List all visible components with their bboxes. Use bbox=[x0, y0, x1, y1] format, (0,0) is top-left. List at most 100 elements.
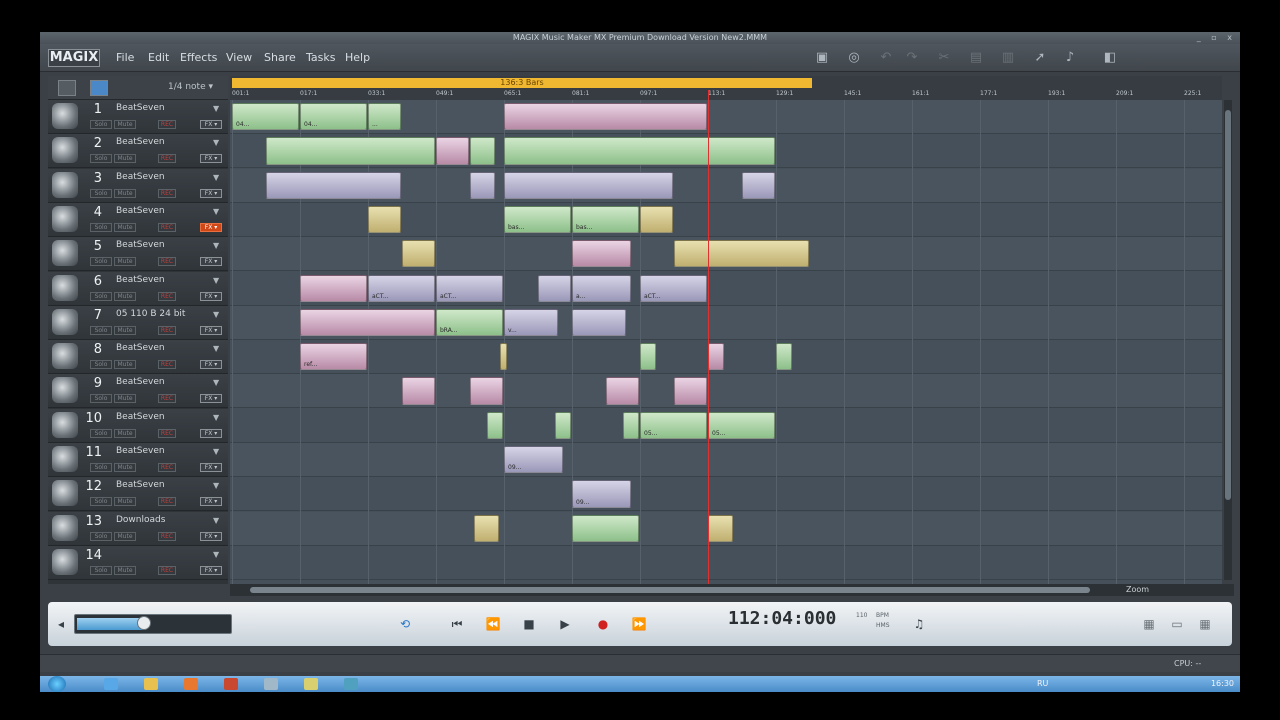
layout-3-icon[interactable]: ▦ bbox=[1194, 614, 1216, 634]
mute-button[interactable]: Mute bbox=[114, 291, 136, 301]
master-volume-slider[interactable] bbox=[74, 614, 232, 634]
track-lane[interactable] bbox=[230, 545, 1222, 580]
loop-range[interactable]: 136:3 Bars bbox=[232, 78, 812, 88]
solo-button[interactable]: Solo bbox=[90, 360, 112, 370]
fx-button[interactable]: FX ▾ bbox=[200, 257, 222, 267]
instrument-icon[interactable] bbox=[52, 171, 78, 198]
timeline-ruler[interactable]: 136:3 Bars 001:1 017:1 033:1 049:1 065:1 081:… bbox=[230, 76, 1222, 100]
mute-button[interactable]: Mute bbox=[114, 120, 136, 129]
audio-clip[interactable] bbox=[474, 514, 499, 542]
arranger[interactable]: 136:3 Bars 001:1 017:1 033:1 049:1 065:1 081:… bbox=[230, 76, 1222, 584]
instrument-icon[interactable] bbox=[52, 137, 78, 164]
mute-button[interactable]: Mute bbox=[114, 394, 136, 404]
mute-button[interactable]: Mute bbox=[114, 222, 136, 232]
instrument-icon[interactable] bbox=[52, 103, 78, 129]
track-name[interactable]: BeatSeven bbox=[116, 377, 165, 387]
audio-clip[interactable] bbox=[674, 240, 809, 268]
track-header[interactable]: 11 BeatSeven ▼ Solo Mute REC FX ▾ bbox=[48, 443, 228, 477]
audio-clip[interactable]: 09... bbox=[504, 446, 563, 474]
track-menu-chevron-icon[interactable]: ▼ bbox=[213, 344, 219, 353]
audio-clip[interactable] bbox=[640, 205, 673, 234]
audio-clip[interactable] bbox=[368, 205, 401, 234]
start-button[interactable] bbox=[48, 676, 66, 692]
track-name[interactable]: BeatSeven bbox=[116, 412, 165, 422]
mute-button[interactable]: Mute bbox=[114, 257, 136, 267]
paste-icon[interactable]: ▥ bbox=[1000, 50, 1016, 66]
cut-icon[interactable]: ✂ bbox=[936, 50, 952, 66]
track-lanes[interactable]: 04... 04...... bas... bas... aCT... aCT... a..… bbox=[230, 100, 1222, 584]
note-icon[interactable]: ♪ bbox=[1062, 50, 1078, 66]
audio-clip[interactable]: 04... bbox=[300, 103, 367, 131]
track-name[interactable]: BeatSeven bbox=[116, 275, 165, 285]
vertical-scroll-thumb[interactable] bbox=[1225, 110, 1231, 500]
track-name[interactable]: BeatSeven bbox=[116, 240, 165, 250]
stop-icon[interactable]: ■ bbox=[518, 614, 540, 634]
track-name[interactable]: BeatSeven bbox=[116, 172, 165, 182]
explorer-icon[interactable] bbox=[144, 678, 158, 690]
track-menu-chevron-icon[interactable]: ▼ bbox=[213, 104, 219, 113]
time-display[interactable]: 112:04:000 bbox=[728, 608, 836, 629]
solo-button[interactable]: Solo bbox=[90, 291, 112, 301]
audio-clip[interactable]: 05... bbox=[708, 411, 775, 439]
menu-help[interactable]: Help bbox=[345, 51, 370, 64]
app-icon[interactable] bbox=[224, 678, 238, 690]
audio-clip[interactable] bbox=[470, 377, 503, 405]
track-lane[interactable] bbox=[230, 477, 1222, 512]
fx-button[interactable]: FX ▾ bbox=[200, 565, 222, 575]
audio-clip[interactable]: a... bbox=[572, 274, 631, 302]
track-name[interactable]: BeatSeven bbox=[116, 446, 165, 456]
fx-button[interactable]: FX ▾ bbox=[200, 463, 222, 472]
track-menu-chevron-icon[interactable]: ▼ bbox=[213, 207, 219, 216]
track-header[interactable]: 1 BeatSeven ▼ Solo Mute REC FX ▾ bbox=[48, 100, 228, 134]
redo-icon[interactable]: ↷ bbox=[904, 50, 920, 66]
audio-clip[interactable] bbox=[266, 171, 401, 199]
record-arm-button[interactable]: REC bbox=[158, 120, 176, 129]
solo-button[interactable]: Solo bbox=[90, 463, 112, 472]
record-arm-button[interactable]: REC bbox=[158, 497, 176, 507]
solo-button[interactable]: Solo bbox=[90, 325, 112, 335]
menu-edit[interactable]: Edit bbox=[148, 51, 169, 64]
track-menu-chevron-icon[interactable]: ▼ bbox=[213, 447, 219, 456]
audio-clip[interactable] bbox=[470, 171, 495, 199]
audio-clip[interactable]: bas... bbox=[572, 205, 639, 234]
solo-button[interactable]: Solo bbox=[90, 428, 112, 438]
audio-clip[interactable] bbox=[640, 343, 656, 371]
audio-clip[interactable] bbox=[572, 240, 631, 268]
track-header[interactable]: 10 BeatSeven ▼ Solo Mute REC FX ▾ bbox=[48, 408, 228, 443]
instrument-icon[interactable] bbox=[52, 548, 78, 575]
track-lane[interactable] bbox=[230, 340, 1222, 375]
audio-clip[interactable] bbox=[487, 411, 503, 439]
record-icon[interactable]: ● bbox=[592, 614, 614, 634]
solo-button[interactable]: Solo bbox=[90, 222, 112, 232]
audio-clip[interactable]: 04... bbox=[232, 103, 299, 131]
instrument-icon[interactable] bbox=[52, 274, 78, 301]
loop-icon[interactable]: ⟲ bbox=[394, 614, 416, 634]
instrument-icon[interactable] bbox=[52, 411, 78, 438]
track-name[interactable]: BeatSeven bbox=[116, 343, 165, 353]
audio-clip[interactable] bbox=[555, 411, 571, 439]
pointer-icon[interactable]: ➚ bbox=[1032, 50, 1048, 66]
fx-button[interactable]: FX ▾ bbox=[200, 360, 222, 370]
menu-file[interactable]: File bbox=[116, 51, 134, 64]
track-menu-chevron-icon[interactable]: ▼ bbox=[213, 241, 219, 250]
horizontal-scrollbar[interactable]: Zoom bbox=[230, 584, 1234, 596]
solo-button[interactable]: Solo bbox=[90, 120, 112, 129]
language-indicator[interactable]: RU bbox=[1037, 679, 1048, 688]
fx-button[interactable]: FX ▾ bbox=[200, 120, 222, 129]
fx-button[interactable]: FX ▾ bbox=[200, 154, 222, 164]
audio-clip[interactable]: aCT... bbox=[640, 274, 707, 302]
track-name[interactable]: BeatSeven bbox=[116, 480, 165, 490]
track-header[interactable]: 8 BeatSeven ▼ Solo Mute REC FX ▾ bbox=[48, 340, 228, 375]
bpm-label[interactable]: BPM bbox=[876, 612, 889, 619]
record-arm-button[interactable]: REC bbox=[158, 531, 176, 541]
track-header[interactable]: 13 Downloads ▼ Solo Mute REC FX ▾ bbox=[48, 511, 228, 546]
mute-button[interactable]: Mute bbox=[114, 497, 136, 507]
track-menu-chevron-icon[interactable]: ▼ bbox=[213, 550, 219, 559]
track-name[interactable]: BeatSeven bbox=[116, 137, 165, 147]
play-icon[interactable]: ▶ bbox=[554, 614, 576, 634]
zoom-label[interactable]: Zoom bbox=[1126, 585, 1149, 594]
audio-clip[interactable]: aCT... bbox=[368, 274, 435, 302]
mute-button[interactable]: Mute bbox=[114, 154, 136, 164]
track-header[interactable]: 2 BeatSeven ▼ Solo Mute REC FX ▾ bbox=[48, 134, 228, 169]
track-lane[interactable] bbox=[230, 443, 1222, 477]
